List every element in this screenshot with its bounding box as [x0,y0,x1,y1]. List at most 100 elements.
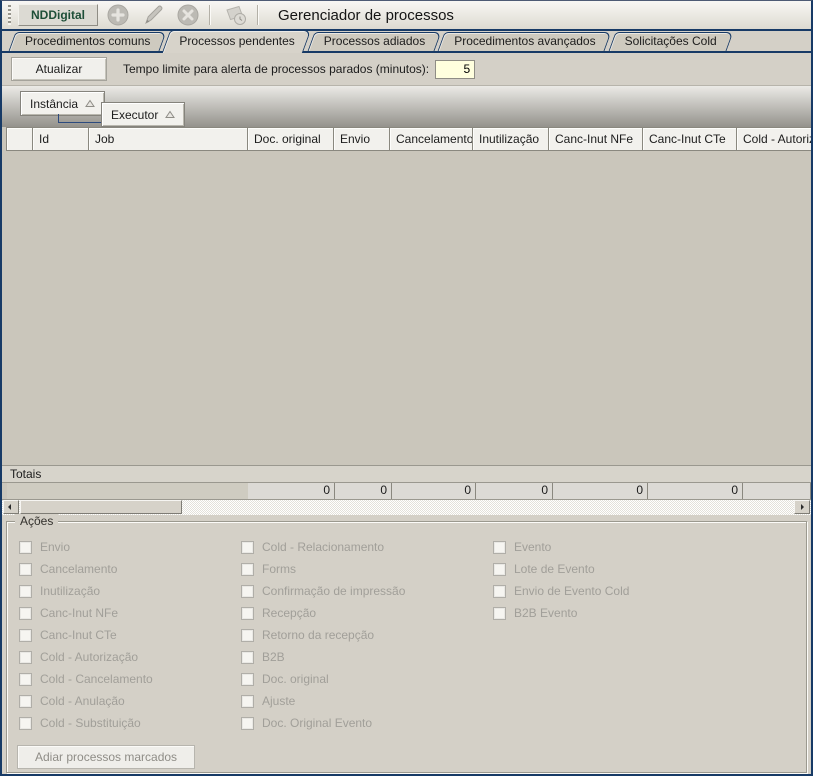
checkbox[interactable] [493,607,506,620]
checkbox[interactable] [19,695,32,708]
tab-label: Procedimentos comuns [25,34,150,48]
refresh-button[interactable]: Atualizar [11,57,107,81]
column-header[interactable]: Canc-Inut CTe [642,127,737,151]
checkbox[interactable] [19,585,32,598]
column-header[interactable]: Cold - Autorização [736,127,811,151]
checkbox-label[interactable]: Cold - Cancelamento [40,672,153,686]
add-icon [106,3,130,27]
checkbox-label[interactable]: Cold - Anulação [40,694,125,708]
checkbox[interactable] [493,585,506,598]
grid-column-headers: Id Job Doc. original Envio Cancelamento … [2,127,811,151]
checkbox[interactable] [241,607,254,620]
timeout-input[interactable] [435,60,475,79]
postpone-button[interactable] [221,2,251,28]
checkbox[interactable] [19,541,32,554]
checkbox-label[interactable]: Cold - Relacionamento [262,540,384,554]
totals-value-cell: 0 [648,483,743,499]
checkbox-label[interactable]: Confirmação de impressão [262,584,405,598]
action-checkbox-row: Forms [241,558,405,580]
postpone-clock-icon [223,3,249,27]
defer-marked-processes-button[interactable]: Adiar processos marcados [17,745,195,769]
tab[interactable]: Procedimentos comuns [12,32,163,51]
column-header[interactable]: Inutilização [472,127,549,151]
action-checkbox-row: Cold - Relacionamento [241,536,405,558]
checkbox-label[interactable]: Evento [514,540,551,554]
action-checkbox-row: Canc-Inut NFe [19,602,153,624]
group-button-label: Executor [111,108,158,122]
nddigital-button[interactable]: NDDigital [18,4,98,26]
checkbox[interactable] [241,651,254,664]
checkbox[interactable] [19,607,32,620]
column-header[interactable]: Canc-Inut NFe [548,127,643,151]
checkbox[interactable] [493,541,506,554]
tab[interactable]: Processos adiados [311,32,438,51]
column-header[interactable]: Job [88,127,248,151]
tab[interactable]: Procedimentos avançados [441,32,608,51]
checkbox[interactable] [19,717,32,730]
checkbox-label[interactable]: Recepção [262,606,316,620]
totals-value-cell: 0 [476,483,553,499]
checkbox-label[interactable]: Inutilização [40,584,100,598]
scroll-left-arrow-icon[interactable] [3,500,19,514]
checkbox-label[interactable]: Envio [40,540,70,554]
toolbar: NDDigital [2,1,811,31]
scrollbar-thumb[interactable] [20,500,182,514]
checkbox[interactable] [241,695,254,708]
column-header[interactable]: Cancelamento [389,127,473,151]
tab-label: Processos adiados [324,34,425,48]
group-button-instancia[interactable]: Instância [20,91,105,116]
action-checkbox-row: Ajuste [241,690,405,712]
checkbox[interactable] [19,563,32,576]
checkbox[interactable] [241,629,254,642]
scroll-right-arrow-icon[interactable] [794,500,810,514]
action-checkbox-row: Cold - Cancelamento [19,668,153,690]
checkbox-label[interactable]: Doc. Original Evento [262,716,372,730]
checkbox[interactable] [241,541,254,554]
group-button-executor[interactable]: Executor [101,102,185,127]
action-checkbox-row: B2B [241,646,405,668]
checkbox-label[interactable]: Cancelamento [40,562,117,576]
column-header[interactable]: Doc. original [247,127,334,151]
checkbox-label[interactable]: Cold - Autorização [40,650,138,664]
action-checkbox-row: Lote de Evento [493,558,629,580]
checkbox-label[interactable]: Canc-Inut NFe [40,606,118,620]
checkbox-label[interactable]: Canc-Inut CTe [40,628,117,642]
action-checkbox-row: Envio [19,536,153,558]
toolbar-grip-handle[interactable] [8,5,11,25]
totals-value-cell: 0 [248,483,335,499]
tab-strip: Procedimentos comuns Processos pendentes… [2,31,811,53]
checkbox[interactable] [19,673,32,686]
checkbox[interactable] [241,717,254,730]
checkbox-label[interactable]: Ajuste [262,694,295,708]
action-checkbox-row: Cold - Anulação [19,690,153,712]
checkbox[interactable] [493,563,506,576]
edit-button[interactable] [138,2,168,28]
checkbox[interactable] [19,651,32,664]
checkbox-label[interactable]: Retorno da recepção [262,628,374,642]
checkbox[interactable] [19,629,32,642]
action-checkbox-row: Retorno da recepção [241,624,405,646]
column-header[interactable]: Id [32,127,89,151]
checkbox-label[interactable]: Cold - Substituição [40,716,141,730]
toolbar-separator [209,5,210,25]
checkbox-label[interactable]: B2B Evento [514,606,577,620]
checkbox[interactable] [241,563,254,576]
checkbox-label[interactable]: Envio de Evento Cold [514,584,629,598]
actions-column-3: Evento Lote de Evento Envio de Evento Co… [493,536,629,624]
checkbox-label[interactable]: Doc. original [262,672,329,686]
column-header[interactable] [6,127,33,151]
add-button[interactable] [103,2,133,28]
checkbox-label[interactable]: Lote de Evento [514,562,595,576]
sort-ascending-icon [165,110,175,119]
checkbox-label[interactable]: B2B [262,650,285,664]
checkbox[interactable] [241,673,254,686]
delete-button[interactable] [173,2,203,28]
column-header[interactable]: Envio [333,127,390,151]
checkbox-label[interactable]: Forms [262,562,296,576]
action-checkbox-row: Cold - Autorização [19,646,153,668]
tab[interactable]: Solicitações Cold [612,32,730,51]
totals-row: 0 0 0 0 0 0 [2,482,811,499]
horizontal-scrollbar[interactable] [2,499,811,515]
tab[interactable]: Processos pendentes [166,30,307,53]
checkbox[interactable] [241,585,254,598]
